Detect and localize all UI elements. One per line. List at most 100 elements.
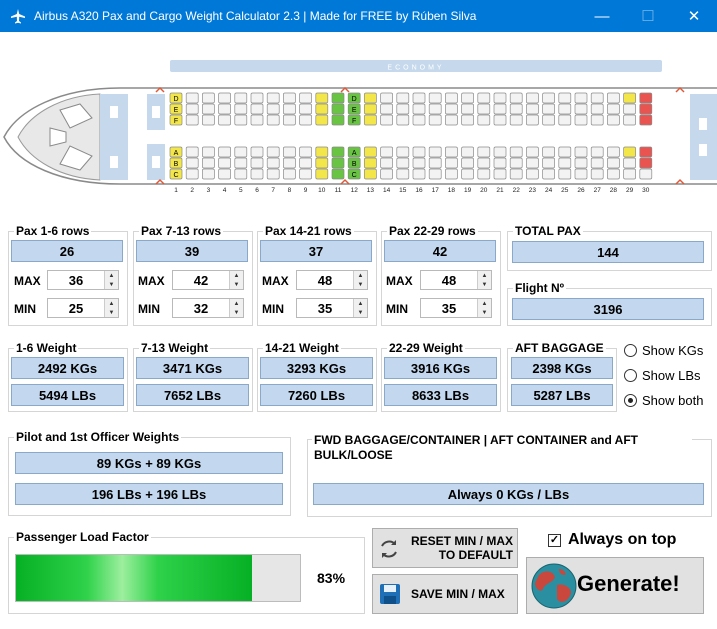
pax-group-2-max-stepper[interactable]: 42 ▲ ▼	[172, 270, 244, 290]
weight-group-1-title: 1-6 Weight	[14, 341, 79, 355]
seat-letter: A	[174, 150, 179, 157]
seat	[445, 92, 458, 104]
seat-letter: C	[352, 172, 357, 179]
weight-group-1-kg: 2492 KGs	[11, 357, 124, 379]
stepper-down-icon[interactable]: ▼	[353, 280, 367, 289]
row-number: 23	[529, 187, 537, 194]
stepper-up-icon[interactable]: ▲	[353, 271, 367, 280]
radio-dot[interactable]	[624, 369, 637, 382]
lavatory-icon	[699, 144, 707, 156]
seat	[558, 114, 572, 126]
seat	[202, 168, 215, 180]
seat	[526, 168, 539, 180]
seat	[412, 103, 426, 115]
row-number: 2	[190, 187, 194, 194]
row-number: 12	[351, 187, 359, 194]
radio-label: Show KGs	[642, 343, 704, 358]
stepper-up-icon[interactable]: ▲	[229, 299, 243, 308]
row-number: 30	[642, 187, 650, 194]
pax-group-1-min-stepper[interactable]: 25 ▲ ▼	[47, 298, 119, 318]
seat	[607, 146, 620, 158]
seat	[380, 168, 393, 180]
radio-show-lbs[interactable]: Show LBs	[624, 368, 701, 383]
stepper-up-icon[interactable]: ▲	[477, 271, 491, 280]
seat	[590, 103, 604, 115]
weight-group-2-kg: 3471 KGs	[136, 357, 249, 379]
pax-group-1-max-stepper[interactable]: 36 ▲ ▼	[47, 270, 119, 290]
seat	[542, 146, 555, 158]
pax-group-4-max-stepper[interactable]: 48 ▲ ▼	[420, 270, 492, 290]
pax-group-4-min-stepper[interactable]: 35 ▲ ▼	[420, 298, 492, 318]
close-button[interactable]: ✕	[671, 0, 717, 32]
radio-dot[interactable]	[624, 394, 637, 407]
seat-letter: A	[352, 150, 357, 157]
pax-group-3-min-stepper[interactable]: 35 ▲ ▼	[296, 298, 368, 318]
stepper-up-icon[interactable]: ▲	[477, 299, 491, 308]
seat	[574, 146, 588, 158]
seat	[299, 92, 312, 104]
seat	[639, 146, 653, 158]
pax-group-3-count: 37	[260, 240, 372, 262]
reset-min-max-button[interactable]: RESET MIN / MAX TO DEFAULT	[372, 528, 518, 568]
row-number: 22	[513, 187, 521, 194]
seat	[445, 114, 458, 126]
radio-show-both[interactable]: Show both	[624, 393, 703, 408]
seat	[526, 103, 539, 115]
galley-icon	[110, 156, 118, 168]
radio-show-kgs[interactable]: Show KGs	[624, 343, 703, 358]
seat	[380, 146, 393, 158]
seat	[396, 92, 410, 104]
generate-button[interactable]: Generate!	[526, 557, 704, 614]
weight-group-3-title: 14-21 Weight	[263, 341, 341, 355]
radio-dot[interactable]	[624, 344, 637, 357]
save-min-max-button[interactable]: SAVE MIN / MAX	[372, 574, 518, 614]
seat	[364, 103, 377, 115]
seat	[461, 168, 474, 180]
stepper-down-icon[interactable]: ▼	[477, 280, 491, 289]
stepper-up-icon[interactable]: ▲	[229, 271, 243, 280]
title-bar[interactable]: Airbus A320 Pax and Cargo Weight Calcula…	[0, 0, 717, 32]
pax-group-3-max-stepper[interactable]: 48 ▲ ▼	[296, 270, 368, 290]
seat	[202, 114, 215, 126]
pax-group-4-title: Pax 22-29 rows	[387, 224, 478, 238]
seat	[558, 103, 572, 115]
pax-group-2-min-stepper[interactable]: 32 ▲ ▼	[172, 298, 244, 318]
row-number: 3	[207, 187, 211, 194]
weight-group-3-kg: 3293 KGs	[260, 357, 373, 379]
stepper-down-icon[interactable]: ▼	[229, 280, 243, 289]
stepper-down-icon[interactable]: ▼	[353, 308, 367, 317]
checkbox-check-icon[interactable]: ✓	[548, 533, 561, 547]
stepper-down-icon[interactable]: ▼	[229, 308, 243, 317]
maximize-icon: ☐	[641, 8, 655, 25]
seat	[493, 103, 507, 115]
stepper-down-icon[interactable]: ▼	[477, 308, 491, 317]
seat	[234, 168, 248, 180]
total-pax-value: 144	[512, 241, 704, 263]
seat	[331, 92, 345, 104]
minimize-button[interactable]: —	[579, 0, 625, 32]
seat	[315, 168, 329, 180]
aircraft-diagram: ECONOMY DEFABCDEFABC 1 2 3 4 5 6 7 8 9 10 11 12 13 14…	[3, 60, 717, 194]
seat	[639, 157, 653, 169]
always-on-top-checkbox[interactable]: ✓ Always on top	[548, 531, 676, 549]
seat	[509, 157, 523, 169]
row-number: 17	[432, 187, 440, 194]
seat	[364, 168, 377, 180]
seat	[445, 168, 458, 180]
row-number: 11	[335, 187, 342, 194]
seat	[574, 103, 588, 115]
stepper-up-icon[interactable]: ▲	[104, 299, 118, 308]
stepper-down-icon[interactable]: ▼	[104, 308, 118, 317]
pax-group-1-min-label: MIN	[14, 302, 36, 316]
seat	[283, 103, 296, 115]
seat	[623, 168, 636, 180]
stepper-up-icon[interactable]: ▲	[104, 271, 118, 280]
seat	[477, 92, 491, 104]
seat	[477, 146, 491, 158]
maximize-button[interactable]: ☐	[625, 0, 671, 32]
seat	[590, 168, 604, 180]
stepper-down-icon[interactable]: ▼	[104, 280, 118, 289]
seat	[218, 114, 231, 126]
lavatory-icon	[152, 156, 160, 168]
stepper-up-icon[interactable]: ▲	[353, 299, 367, 308]
